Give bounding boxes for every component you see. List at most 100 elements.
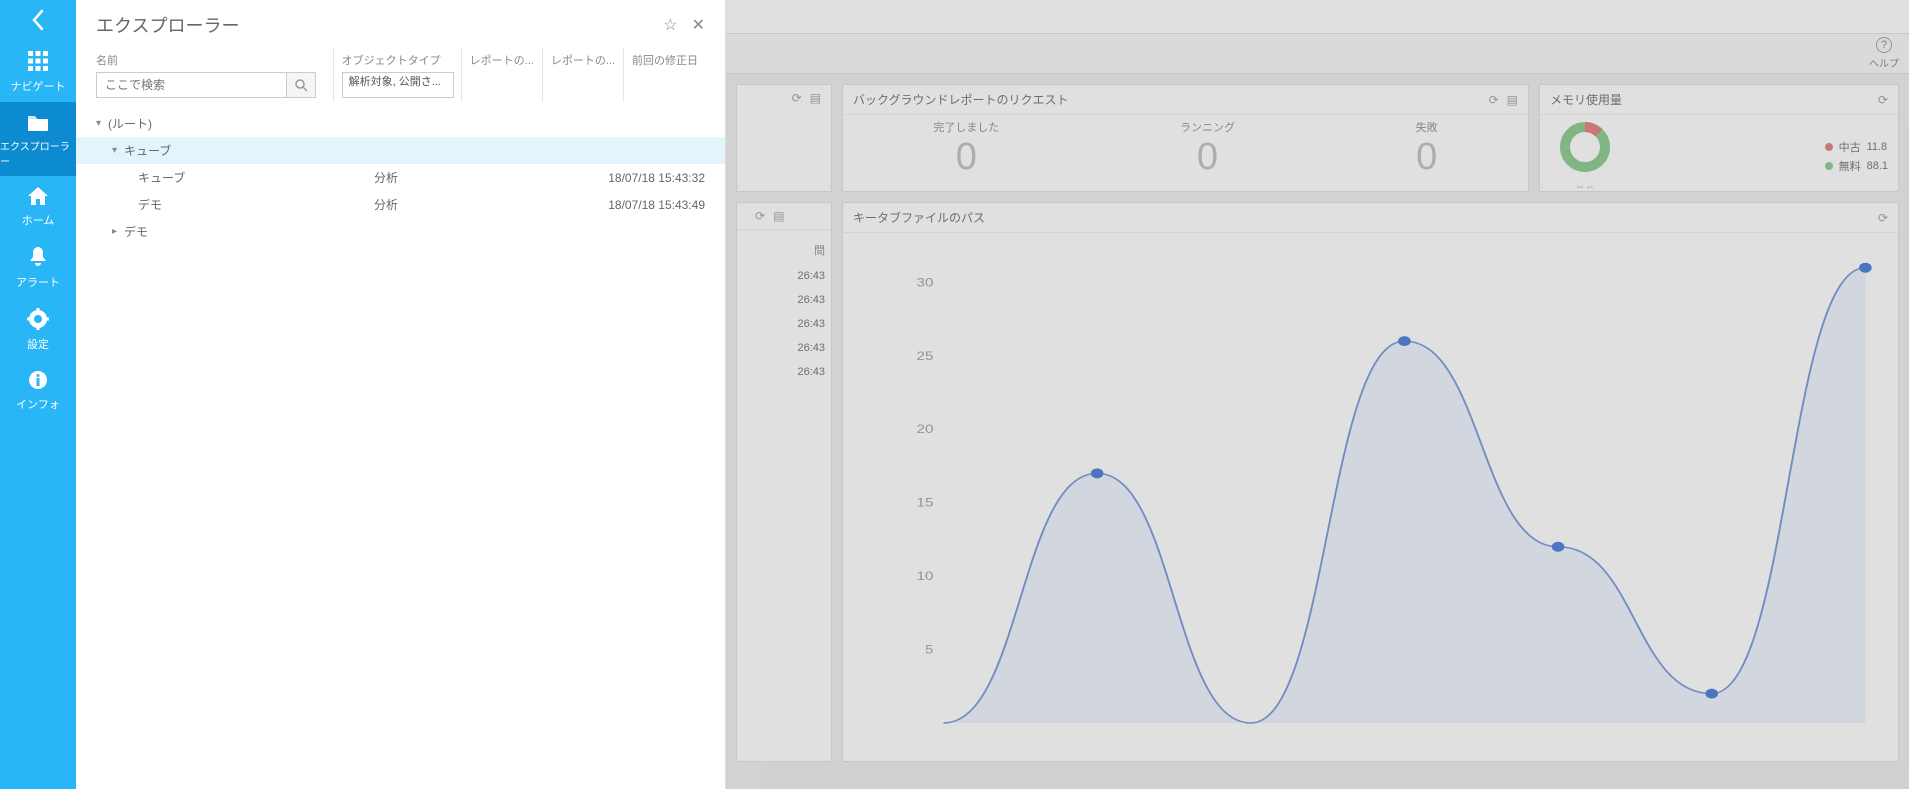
svg-text:15: 15 <box>917 496 934 509</box>
sidebar-item-settings[interactable]: 設定 <box>0 298 76 360</box>
tree-item-name: キューブ <box>134 169 374 186</box>
svg-text:20: 20 <box>917 423 934 436</box>
tree-row[interactable]: デモ 分析 18/07/18 15:43:49 <box>76 191 725 218</box>
chevron-left-icon <box>31 9 45 31</box>
dashboard-area: ? ヘルプ ⟳ ▤ バックグラウンドレポートのリクエスト ⟳ ▤ 完了しました … <box>726 0 1909 789</box>
stat-failed: 失敗 0 <box>1416 119 1438 181</box>
tree-demo-group[interactable]: ▸ デモ <box>76 218 725 245</box>
svg-text:25: 25 <box>917 349 934 362</box>
stat-value: 0 <box>1416 135 1438 181</box>
donut-subtitle: -- -- <box>1550 182 1620 193</box>
card-small-actions: ⟳ ▤ <box>736 84 832 192</box>
tree-item-name: デモ <box>134 196 374 213</box>
tree-root-label: (ルート) <box>108 115 152 132</box>
tree-group-label: キューブ <box>124 142 171 159</box>
caret-down-icon: ▾ <box>96 118 108 129</box>
sidebar-item-home[interactable]: ホーム <box>0 176 76 236</box>
explorer-filter-bar: 名前 オブジェクトタイプ 解析対象, 公開さ... レポートの... レポートの… <box>76 48 725 110</box>
tree-group-label: デモ <box>124 223 148 240</box>
list-icon[interactable]: ▤ <box>773 209 784 223</box>
time-row: 26:43 <box>741 312 827 336</box>
info-icon <box>28 370 48 390</box>
sidebar-item-explorer[interactable]: エクスプローラー <box>0 102 76 176</box>
explorer-panel: エクスプローラー ☆ ✕ 名前 オブジェクトタイプ 解析対象, 公開さ... レ… <box>76 0 726 789</box>
list-icon[interactable]: ▤ <box>810 91 821 105</box>
help-icon: ? <box>1876 37 1892 53</box>
search-input[interactable] <box>96 72 286 98</box>
stat-completed: 完了しました 0 <box>933 119 999 181</box>
filter-objtype-label: オブジェクトタイプ <box>342 52 453 68</box>
legend-label: 無料 <box>1839 158 1861 174</box>
tree-item-type: 分析 <box>374 196 524 213</box>
close-icon[interactable]: ✕ <box>692 15 705 35</box>
bell-icon <box>28 246 48 268</box>
list-icon[interactable]: ▤ <box>1507 93 1518 107</box>
legend-label: 中古 <box>1839 139 1861 155</box>
search-icon <box>295 79 308 92</box>
time-row: 26:43 <box>741 360 827 384</box>
sidebar-item-info[interactable]: インフォ <box>0 360 76 420</box>
refresh-icon[interactable]: ⟳ <box>792 91 802 105</box>
legend-dot-free <box>1825 162 1833 170</box>
refresh-icon[interactable]: ⟳ <box>1878 93 1888 107</box>
help-button[interactable]: ? ヘルプ <box>1869 37 1899 70</box>
filter-date-label: 前回の修正日 <box>632 52 697 68</box>
help-label: ヘルプ <box>1869 55 1899 70</box>
stat-label: 完了しました <box>933 119 999 135</box>
card-side-times: ⟳ ▤ 間 26:43 26:43 26:43 26:43 26:43 <box>736 202 832 762</box>
legend-value: 88.1 <box>1867 160 1888 172</box>
caret-down-icon: ▾ <box>112 145 124 156</box>
explorer-tree: ▾ (ルート) ▾ キューブ キューブ 分析 18/07/18 15:43:32… <box>76 110 725 789</box>
filter-report1-label: レポートの... <box>470 52 534 68</box>
svg-text:5: 5 <box>925 643 934 656</box>
card-bg-requests: バックグラウンドレポートのリクエスト ⟳ ▤ 完了しました 0 ランニング 0 … <box>842 84 1529 192</box>
sidebar-item-label: ナビゲート <box>11 78 66 94</box>
refresh-icon[interactable]: ⟳ <box>755 209 765 223</box>
tree-root-row[interactable]: ▾ (ルート) <box>76 110 725 137</box>
filter-name-label: 名前 <box>96 52 325 68</box>
legend-dot-used <box>1825 143 1833 151</box>
time-row: 26:43 <box>741 336 827 360</box>
sidebar-item-label: 設定 <box>27 336 49 352</box>
time-row: 26:43 <box>741 288 827 312</box>
stat-value: 0 <box>1180 135 1235 181</box>
object-type-select[interactable]: 解析対象, 公開さ... <box>342 72 454 98</box>
stat-running: ランニング 0 <box>1180 119 1235 181</box>
sidebar-item-label: インフォ <box>16 396 60 412</box>
folder-icon <box>26 112 50 132</box>
sidebar: ナビゲート エクスプローラー ホーム アラート 設定 インフォ <box>0 0 76 789</box>
tree-item-date: 18/07/18 15:43:49 <box>608 198 705 212</box>
favorite-icon[interactable]: ☆ <box>663 15 677 35</box>
memory-legend: 中古 11.8 無料 88.1 <box>1825 136 1888 177</box>
caret-right-icon: ▸ <box>112 226 124 237</box>
gear-icon <box>27 308 49 330</box>
stat-value: 0 <box>933 135 999 181</box>
svg-text:30: 30 <box>917 276 934 289</box>
sidebar-item-label: ホーム <box>22 212 55 228</box>
refresh-icon[interactable]: ⟳ <box>1878 211 1888 225</box>
card-keytab-chart: キータブファイルのパス ⟳ 5 10 15 20 25 30 <box>842 202 1899 762</box>
stat-label: ランニング <box>1180 119 1235 135</box>
grid-icon <box>27 50 49 72</box>
time-header: 間 <box>741 236 827 264</box>
line-chart: 5 10 15 20 25 30 <box>893 243 1878 743</box>
tree-item-date: 18/07/18 15:43:32 <box>608 171 705 185</box>
card-title: メモリ使用量 <box>1550 91 1870 108</box>
svg-text:10: 10 <box>917 570 934 583</box>
refresh-icon[interactable]: ⟳ <box>1489 93 1499 107</box>
sidebar-item-navigate[interactable]: ナビゲート <box>0 40 76 102</box>
search-button[interactable] <box>286 72 316 98</box>
tree-cube-group[interactable]: ▾ キューブ <box>76 137 725 164</box>
sidebar-item-alert[interactable]: アラート <box>0 236 76 298</box>
sidebar-item-label: アラート <box>16 274 60 290</box>
card-title: キータブファイルのパス <box>853 209 1870 226</box>
sidebar-back-button[interactable] <box>0 0 76 40</box>
donut-chart <box>1557 119 1613 175</box>
filter-report2-label: レポートの... <box>551 52 615 68</box>
stat-label: 失敗 <box>1416 119 1438 135</box>
card-title: バックグラウンドレポートのリクエスト <box>853 91 1481 108</box>
explorer-title: エクスプローラー <box>96 12 663 38</box>
time-row: 26:43 <box>741 264 827 288</box>
card-memory: メモリ使用量 ⟳ -- -- 中古 11.8 <box>1539 84 1899 192</box>
tree-row[interactable]: キューブ 分析 18/07/18 15:43:32 <box>76 164 725 191</box>
